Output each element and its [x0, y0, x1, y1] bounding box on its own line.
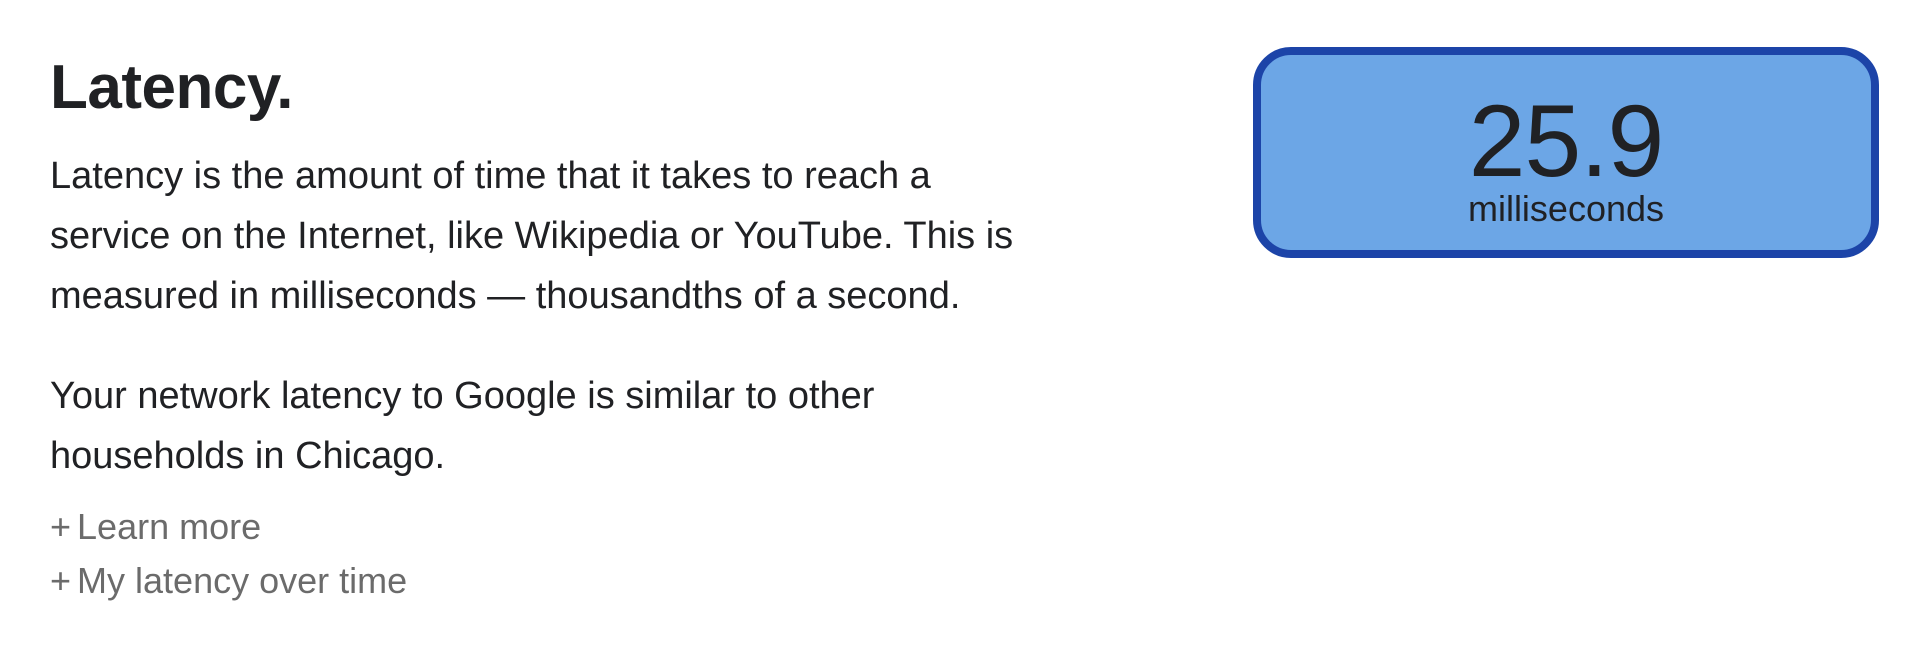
latency-over-time-label: My latency over time [77, 560, 408, 601]
expand-links: + Learn more + My latency over time [50, 500, 1050, 608]
latency-description: Latency is the amount of time that it ta… [50, 155, 1014, 317]
latency-value: 25.9 [1468, 84, 1665, 198]
latency-unit: milliseconds [1467, 188, 1665, 229]
learn-more-label: Learn more [77, 506, 262, 547]
expand-plus-icon: + [50, 506, 72, 547]
latency-section: Latency. Latency is the amount of time t… [50, 48, 1050, 608]
latency-metric-card: 25.9 milliseconds [1253, 47, 1879, 258]
expand-plus-icon: + [50, 560, 72, 601]
section-title: Latency. [50, 53, 293, 122]
latency-comparison: Your network latency to Google is simila… [50, 375, 875, 477]
latency-over-time-link[interactable]: + My latency over time [50, 554, 1050, 608]
learn-more-link[interactable]: + Learn more [50, 500, 1050, 554]
